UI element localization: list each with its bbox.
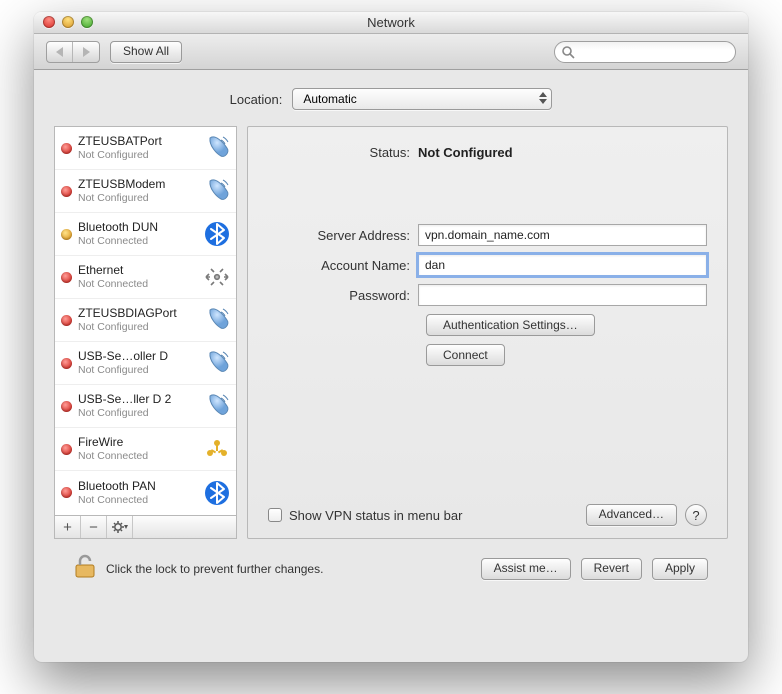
chevron-left-icon xyxy=(56,47,63,57)
lock-message: Click the lock to prevent further change… xyxy=(106,562,323,576)
service-name: ZTEUSBDIAGPort xyxy=(78,306,196,320)
apply-button[interactable]: Apply xyxy=(652,558,708,580)
phone-handset-icon xyxy=(202,348,232,378)
bluetooth-icon xyxy=(202,219,232,249)
service-status: Not Configured xyxy=(78,363,196,377)
password-label: Password: xyxy=(268,288,418,303)
show-vpn-status-label: Show VPN status in menu bar xyxy=(289,508,462,523)
phone-handset-icon xyxy=(202,305,232,335)
service-status: Not Configured xyxy=(78,191,196,205)
status-dot-icon xyxy=(61,229,72,240)
location-value: Automatic xyxy=(303,92,356,106)
minimize-window-button[interactable] xyxy=(62,16,74,28)
back-button[interactable] xyxy=(47,42,73,62)
add-service-button[interactable]: + xyxy=(55,516,81,538)
service-action-menu[interactable] xyxy=(107,516,133,538)
gear-icon xyxy=(112,521,128,533)
revert-button[interactable]: Revert xyxy=(581,558,642,580)
service-status: Not Connected xyxy=(78,449,196,463)
status-value: Not Configured xyxy=(418,145,513,160)
service-name: FireWire xyxy=(78,435,196,449)
search-icon xyxy=(561,45,575,59)
search-input[interactable] xyxy=(554,41,736,63)
password-field[interactable] xyxy=(418,284,707,306)
chevron-right-icon xyxy=(83,47,90,57)
remove-service-button[interactable]: − xyxy=(81,516,107,538)
firewire-icon xyxy=(202,434,232,464)
phone-handset-icon xyxy=(202,176,232,206)
service-item[interactable]: ZTEUSBModemNot Configured xyxy=(55,170,236,213)
service-item[interactable]: ZTEUSBATPortNot Configured xyxy=(55,127,236,170)
status-dot-icon xyxy=(61,143,72,154)
service-item[interactable]: USB-Se…ller D 2Not Configured xyxy=(55,385,236,428)
service-name: Ethernet xyxy=(78,263,196,277)
service-status: Not Configured xyxy=(78,148,196,162)
service-toolbar-spacer xyxy=(133,516,236,538)
service-name: ZTEUSBModem xyxy=(78,177,196,191)
status-dot-icon xyxy=(61,272,72,283)
service-name: Bluetooth PAN xyxy=(78,479,196,493)
advanced-button[interactable]: Advanced… xyxy=(586,504,677,526)
account-name-label: Account Name: xyxy=(268,258,418,273)
service-name: ZTEUSBATPort xyxy=(78,134,196,148)
detail-pane: Status: Not Configured Server Address: v… xyxy=(247,126,728,539)
location-label: Location: xyxy=(230,92,283,107)
service-status: Not Connected xyxy=(78,234,196,248)
service-item[interactable]: FireWireNot Connected xyxy=(55,428,236,471)
service-status: Not Configured xyxy=(78,320,196,334)
service-name: USB-Se…ller D 2 xyxy=(78,392,196,406)
zoom-window-button[interactable] xyxy=(81,16,93,28)
service-name: Bluetooth DUN xyxy=(78,220,196,234)
service-name: USB-Se…oller D xyxy=(78,349,196,363)
service-item[interactable]: Bluetooth PANNot Connected xyxy=(55,471,236,514)
status-dot-icon xyxy=(61,315,72,326)
show-all-button[interactable]: Show All xyxy=(110,41,182,63)
server-address-label: Server Address: xyxy=(268,228,418,243)
service-status: Not Configured xyxy=(78,406,196,420)
ethernet-icon xyxy=(202,262,232,292)
help-button[interactable]: ? xyxy=(685,504,707,526)
account-name-field[interactable]: dan xyxy=(418,254,707,276)
bluetooth-icon xyxy=(202,478,232,508)
status-label: Status: xyxy=(268,145,418,160)
forward-button[interactable] xyxy=(73,42,99,62)
service-status: Not Connected xyxy=(78,277,196,291)
assist-me-button[interactable]: Assist me… xyxy=(481,558,571,580)
status-dot-icon xyxy=(61,401,72,412)
service-list: ZTEUSBATPortNot ConfiguredZTEUSBModemNot… xyxy=(54,126,237,516)
status-dot-icon xyxy=(61,444,72,455)
service-item[interactable]: EthernetNot Connected xyxy=(55,256,236,299)
service-item[interactable]: USB-Se…oller DNot Configured xyxy=(55,342,236,385)
close-window-button[interactable] xyxy=(43,16,55,28)
phone-handset-icon xyxy=(202,133,232,163)
status-dot-icon xyxy=(61,487,72,498)
window-title: Network xyxy=(367,15,415,30)
service-status: Not Connected xyxy=(78,493,196,507)
server-address-field[interactable]: vpn.domain_name.com xyxy=(418,224,707,246)
phone-handset-icon xyxy=(202,391,232,421)
show-vpn-status-checkbox[interactable] xyxy=(268,508,282,522)
status-dot-icon xyxy=(61,186,72,197)
location-popup[interactable]: Automatic xyxy=(292,88,552,110)
lock-icon[interactable] xyxy=(74,553,96,584)
chevron-updown-icon xyxy=(539,92,547,104)
service-item[interactable]: Bluetooth DUNNot Connected xyxy=(55,213,236,256)
auth-settings-button[interactable]: Authentication Settings… xyxy=(426,314,595,336)
nav-back-forward[interactable] xyxy=(46,41,100,63)
connect-button[interactable]: Connect xyxy=(426,344,505,366)
status-dot-icon xyxy=(61,358,72,369)
service-item[interactable]: ZTEUSBDIAGPortNot Configured xyxy=(55,299,236,342)
